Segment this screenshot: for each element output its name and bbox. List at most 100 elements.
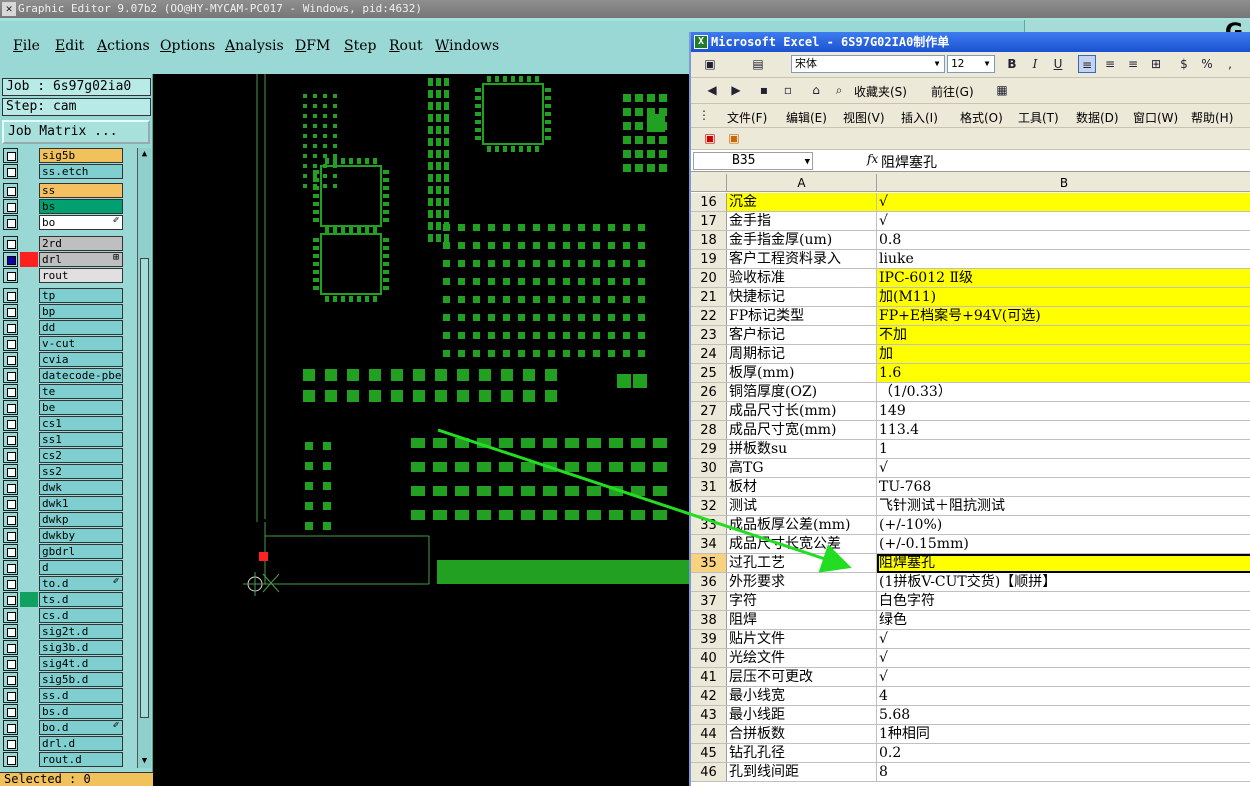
column-header-b[interactable]: B (877, 174, 1250, 192)
layer-row[interactable]: bo.d ✐ (3, 720, 123, 735)
layer-checkbox[interactable] (3, 656, 18, 671)
layer-checkbox[interactable] (3, 608, 18, 623)
layer-color-swatch[interactable] (20, 448, 38, 463)
row-header[interactable]: 33 (691, 516, 727, 535)
row-header[interactable]: 35 (691, 554, 727, 573)
layer-row[interactable]: dwk (3, 480, 123, 495)
menu-step[interactable]: Step (344, 38, 376, 54)
layer-checkbox[interactable] (3, 416, 18, 431)
layer-name[interactable]: rout (39, 268, 123, 283)
layer-color-swatch[interactable] (20, 496, 38, 511)
layer-checkbox[interactable] (3, 464, 18, 479)
layer-checkbox[interactable] (3, 640, 18, 655)
menu-rout[interactable]: Rout (389, 38, 423, 54)
layer-name[interactable]: ss.etch (39, 164, 123, 179)
row-header[interactable]: 19 (691, 250, 727, 269)
layer-checkbox[interactable] (3, 268, 18, 283)
row-header[interactable]: 28 (691, 421, 727, 440)
percent-icon[interactable]: % (1198, 55, 1216, 73)
cell-b[interactable]: √ (877, 212, 1250, 231)
cell-b[interactable]: FP+E档案号+94V(可选) (877, 307, 1250, 326)
cell-a[interactable]: 拼板数su (727, 440, 877, 459)
cell-a[interactable]: 铜箔厚度(OZ) (727, 383, 877, 402)
pcb-graphic-canvas[interactable] (153, 74, 693, 786)
layer-color-swatch[interactable] (20, 560, 38, 575)
layer-row[interactable]: te (3, 384, 123, 399)
layer-checkbox[interactable] (3, 252, 18, 267)
layer-color-swatch[interactable] (20, 592, 38, 607)
layer-row[interactable]: cvia (3, 352, 123, 367)
cell-a[interactable]: 快捷标记 (727, 288, 877, 307)
menu-window-cn[interactable]: 窗口(W) (1133, 109, 1178, 126)
layer-name[interactable]: cs2 (39, 448, 123, 463)
row-header[interactable]: 43 (691, 706, 727, 725)
layer-color-swatch[interactable] (20, 199, 38, 214)
layer-row[interactable]: dd (3, 320, 123, 335)
layer-checkbox[interactable] (3, 148, 18, 163)
layer-name[interactable]: ss.d (39, 688, 123, 703)
menu-help-cn[interactable]: 帮助(H) (1191, 109, 1233, 126)
layer-checkbox[interactable] (3, 384, 18, 399)
cell-a[interactable]: 成品尺寸长宽公差 (727, 535, 877, 554)
row-header[interactable]: 37 (691, 592, 727, 611)
goto-menu[interactable]: 前往(G) (931, 83, 974, 100)
layer-color-swatch[interactable] (20, 368, 38, 383)
layer-row[interactable]: drl ⊞ (3, 252, 123, 267)
layer-checkbox[interactable] (3, 164, 18, 179)
menu-tools-cn[interactable]: 工具(T) (1018, 109, 1059, 126)
cell-a[interactable]: 过孔工艺 (727, 554, 877, 573)
spreadsheet-grid[interactable]: A B 16 沉金 √ 17 金手指 √ 18 金手指金厚(um) 0.8 19 客户工程资料录入 l… (691, 174, 1250, 786)
dropdown-arrow-icon[interactable]: ▼ (981, 57, 993, 71)
menu-analysis[interactable]: Analysis (225, 38, 284, 54)
row-header[interactable]: 31 (691, 478, 727, 497)
layer-checkbox[interactable] (3, 432, 18, 447)
layer-name[interactable]: bo (39, 215, 123, 230)
row-header[interactable]: 17 (691, 212, 727, 231)
cell-b[interactable]: 飞针测试＋阻抗测试 (877, 497, 1250, 516)
layer-checkbox[interactable] (3, 400, 18, 415)
font-name-combo[interactable]: 宋体 ▼ (791, 55, 945, 73)
active-cell-b[interactable]: 阻焊塞孔 (877, 554, 1250, 573)
cell-b[interactable]: √ (877, 668, 1250, 687)
layer-color-swatch[interactable] (20, 352, 38, 367)
layer-checkbox[interactable] (3, 199, 18, 214)
layer-row[interactable]: ts.d (3, 592, 123, 607)
layer-row[interactable]: drl.d (3, 736, 123, 751)
excel-app-icon[interactable]: X (694, 35, 708, 49)
layer-checkbox[interactable] (3, 480, 18, 495)
layer-row[interactable]: dwkby (3, 528, 123, 543)
layer-checkbox[interactable] (3, 544, 18, 559)
layer-row[interactable]: v-cut (3, 336, 123, 351)
pdf-icon[interactable]: ▣ (701, 129, 719, 147)
layer-row[interactable]: to.d ✐ (3, 576, 123, 591)
layer-checkbox[interactable] (3, 752, 18, 767)
layer-row[interactable]: ss2 (3, 464, 123, 479)
layer-row[interactable]: bo ✐ (3, 215, 123, 230)
layer-checkbox[interactable] (3, 320, 18, 335)
layer-name[interactable]: te (39, 384, 123, 399)
layer-color-swatch[interactable] (20, 288, 38, 303)
row-header[interactable]: 39 (691, 630, 727, 649)
cell-a[interactable]: 成品板厚公差(mm) (727, 516, 877, 535)
cell-b[interactable]: (+/-0.15mm) (877, 535, 1250, 554)
layer-name[interactable]: v-cut (39, 336, 123, 351)
font-size-combo[interactable]: 12 ▼ (947, 55, 995, 73)
search-icon[interactable]: ⌕ (830, 81, 848, 99)
layer-name[interactable]: to.d (39, 576, 123, 591)
layer-checkbox[interactable] (3, 688, 18, 703)
layer-color-swatch[interactable] (20, 400, 38, 415)
layer-color-swatch[interactable] (20, 544, 38, 559)
forward-icon[interactable]: ▶ (727, 81, 745, 99)
dropdown-arrow-icon[interactable]: ▼ (805, 154, 810, 170)
row-header[interactable]: 32 (691, 497, 727, 516)
fx-icon[interactable]: fx (867, 152, 878, 166)
menu-windows[interactable]: Windows (435, 38, 499, 54)
layer-checkbox[interactable] (3, 720, 18, 735)
web-toolbar-icon[interactable]: ▦ (993, 81, 1011, 99)
menu-edit-cn[interactable]: 编辑(E) (786, 109, 827, 126)
italic-button[interactable]: I (1026, 55, 1044, 73)
layer-row[interactable]: cs.d (3, 608, 123, 623)
cell-a[interactable]: 字符 (727, 592, 877, 611)
row-header[interactable]: 24 (691, 345, 727, 364)
cell-a[interactable]: FP标记类型 (727, 307, 877, 326)
